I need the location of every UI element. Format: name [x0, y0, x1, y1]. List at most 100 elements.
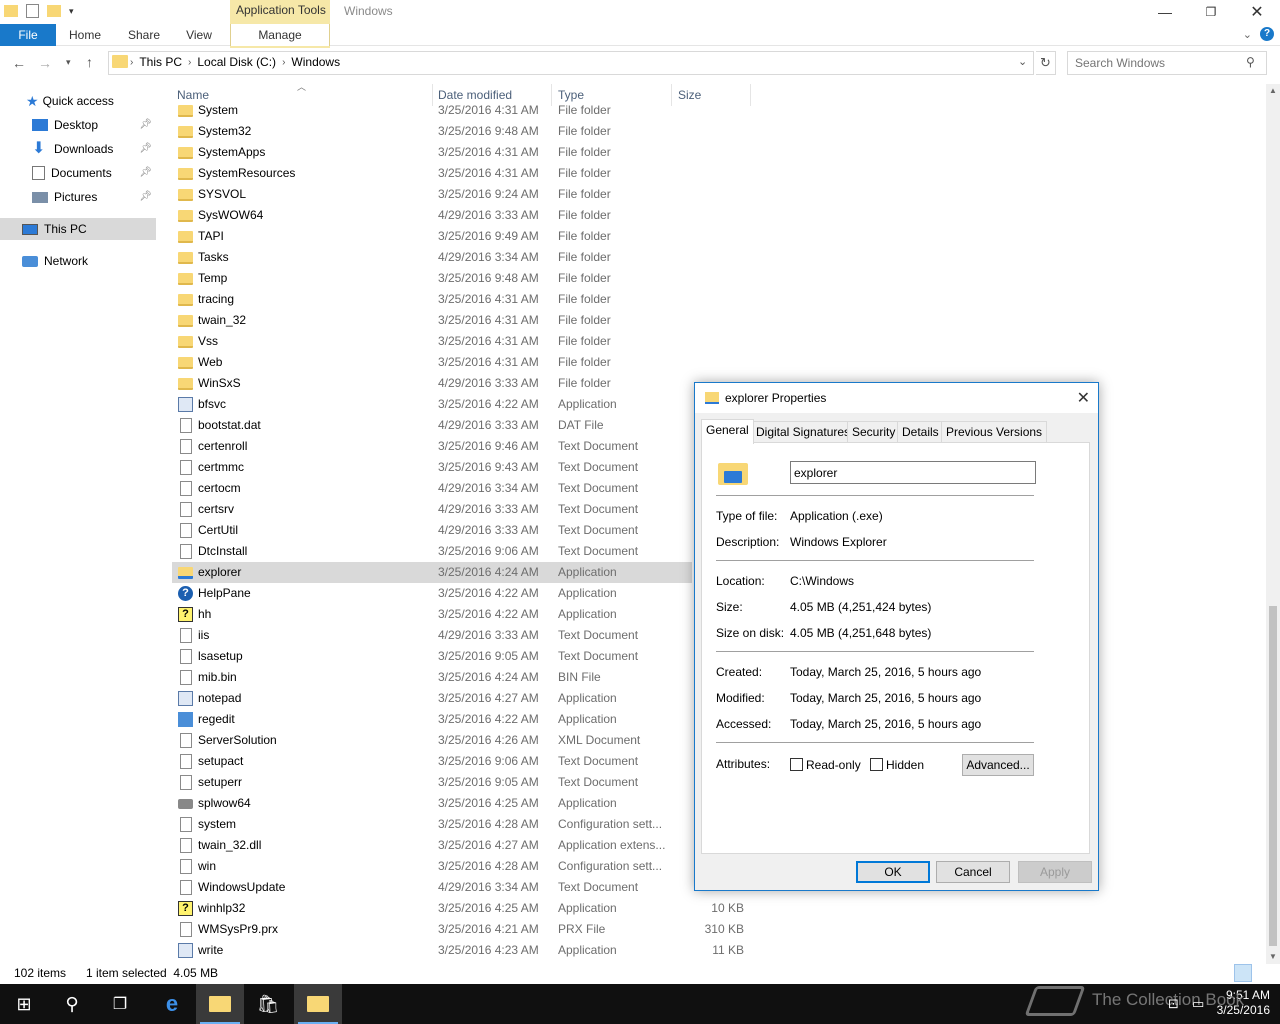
- file-row[interactable]: WinSxS 4/29/2016 3:33 AM File folder: [172, 373, 692, 394]
- tab-home[interactable]: Home: [64, 24, 106, 46]
- back-arrow-icon[interactable]: ←: [12, 55, 26, 71]
- file-explorer-button[interactable]: [196, 984, 244, 1024]
- tab-details[interactable]: Details: [897, 421, 944, 443]
- network-tray-icon[interactable]: ⊡: [1168, 996, 1179, 1012]
- nav-downloads[interactable]: ⬇ Downloads 📌︎: [0, 138, 156, 160]
- chevron-right-icon[interactable]: ›: [188, 57, 191, 68]
- file-row[interactable]: bootstat.dat 4/29/2016 3:33 AM DAT File: [172, 415, 692, 436]
- address-dropdown-icon[interactable]: ⌄: [1018, 55, 1027, 68]
- tab-share[interactable]: Share: [124, 24, 164, 46]
- file-row[interactable]: WindowsUpdate 4/29/2016 3:34 AM Text Docum…: [172, 877, 692, 898]
- file-row[interactable]: setupact 3/25/2016 9:06 AM Text Document: [172, 751, 692, 772]
- tab-file[interactable]: File: [0, 24, 56, 46]
- hidden-checkbox[interactable]: [870, 758, 883, 771]
- nav-quick-access[interactable]: ★ Quick access: [0, 90, 156, 112]
- file-row[interactable]: ServerSolution 3/25/2016 4:26 AM XML Docum…: [172, 730, 692, 751]
- file-row[interactable]: explorer 3/25/2016 4:24 AM Application: [172, 562, 692, 583]
- file-row[interactable]: certenroll 3/25/2016 9:46 AM Text Document: [172, 436, 692, 457]
- chevron-right-icon[interactable]: ›: [282, 57, 285, 68]
- task-view-button[interactable]: ❐: [96, 984, 144, 1024]
- tab-view[interactable]: View: [180, 24, 218, 46]
- breadcrumb-local-disk[interactable]: Local Disk (C:): [197, 55, 276, 69]
- file-row[interactable]: certsrv 4/29/2016 3:33 AM Text Document: [172, 499, 692, 520]
- file-row[interactable]: certmmc 3/25/2016 9:43 AM Text Document: [172, 457, 692, 478]
- file-row[interactable]: splwow64 3/25/2016 4:25 AM Application: [172, 793, 692, 814]
- search-input[interactable]: [1067, 51, 1267, 75]
- file-explorer-window-button[interactable]: [294, 984, 342, 1024]
- file-row[interactable]: Tasks 4/29/2016 3:34 AM File folder: [172, 247, 692, 268]
- tab-previous-versions[interactable]: Previous Versions: [941, 421, 1048, 443]
- file-row[interactable]: TAPI 3/25/2016 9:49 AM File folder: [172, 226, 692, 247]
- expand-ribbon-icon[interactable]: ⌄: [1243, 28, 1252, 41]
- vertical-scrollbar[interactable]: ▲ ▼: [1266, 84, 1280, 964]
- read-only-checkbox[interactable]: [790, 758, 803, 771]
- file-row[interactable]: ? winhlp32 3/25/2016 4:25 AM Application 10 …: [172, 898, 752, 919]
- nav-network[interactable]: Network: [0, 250, 156, 272]
- forward-arrow-icon[interactable]: →: [38, 55, 52, 71]
- file-row[interactable]: iis 4/29/2016 3:33 AM Text Document: [172, 625, 692, 646]
- file-row[interactable]: ? hh 3/25/2016 4:22 AM Application: [172, 604, 692, 625]
- file-row[interactable]: SystemResources 3/25/2016 4:31 AM File fol…: [172, 163, 692, 184]
- nav-this-pc[interactable]: This PC: [0, 218, 156, 240]
- file-row[interactable]: Temp 3/25/2016 9:48 AM File folder: [172, 268, 692, 289]
- apply-button[interactable]: Apply: [1018, 861, 1092, 883]
- file-row[interactable]: DtcInstall 3/25/2016 9:06 AM Text Document: [172, 541, 692, 562]
- ok-button[interactable]: OK: [856, 861, 930, 883]
- file-row[interactable]: lsasetup 3/25/2016 9:05 AM Text Document: [172, 646, 692, 667]
- chevron-right-icon[interactable]: ›: [130, 57, 133, 68]
- details-view-button[interactable]: [1234, 964, 1252, 982]
- file-row[interactable]: SystemApps 3/25/2016 4:31 AM File folder: [172, 142, 692, 163]
- file-row[interactable]: mib.bin 3/25/2016 4:24 AM BIN File: [172, 667, 692, 688]
- tab-general[interactable]: General: [701, 419, 754, 444]
- dialog-close-button[interactable]: ✕: [1077, 388, 1090, 408]
- close-button[interactable]: ✕: [1234, 0, 1280, 24]
- customize-toolbar-icon[interactable]: ▾: [69, 6, 74, 17]
- search-button[interactable]: ⚲: [48, 984, 96, 1024]
- file-row[interactable]: certocm 4/29/2016 3:34 AM Text Document: [172, 478, 692, 499]
- file-row[interactable]: setuperr 3/25/2016 9:05 AM Text Document: [172, 772, 692, 793]
- nav-documents[interactable]: Documents 📌︎: [0, 162, 156, 184]
- up-arrow-icon[interactable]: ↑: [86, 54, 93, 70]
- refresh-button[interactable]: ↻: [1036, 51, 1056, 75]
- file-row[interactable]: write 3/25/2016 4:23 AM Application 11 KB: [172, 940, 752, 961]
- file-row[interactable]: System 3/25/2016 4:31 AM File folder: [172, 100, 692, 121]
- file-row[interactable]: CertUtil 4/29/2016 3:33 AM Text Document: [172, 520, 692, 541]
- breadcrumb-this-pc[interactable]: This PC: [139, 55, 182, 69]
- file-row[interactable]: SysWOW64 4/29/2016 3:33 AM File folder: [172, 205, 692, 226]
- tab-security[interactable]: Security: [847, 421, 901, 443]
- file-row[interactable]: notepad 3/25/2016 4:27 AM Application: [172, 688, 692, 709]
- store-button[interactable]: 🛍︎: [244, 984, 292, 1024]
- scroll-thumb[interactable]: [1269, 606, 1277, 946]
- file-row[interactable]: win 3/25/2016 4:28 AM Configuration sett..…: [172, 856, 692, 877]
- restore-button[interactable]: ❐: [1188, 0, 1234, 24]
- scroll-up-icon[interactable]: ▲: [1266, 84, 1280, 98]
- file-row[interactable]: system 3/25/2016 4:28 AM Configuration set…: [172, 814, 692, 835]
- file-name-field[interactable]: [790, 461, 1036, 484]
- file-row[interactable]: WMSysPr9.prx 3/25/2016 4:21 AM PRX File 310…: [172, 919, 752, 940]
- help-icon[interactable]: ?: [1260, 27, 1274, 41]
- notifications-icon[interactable]: ▭: [1192, 996, 1204, 1012]
- file-row[interactable]: twain_32 3/25/2016 4:31 AM File folder: [172, 310, 692, 331]
- file-row[interactable]: SYSVOL 3/25/2016 9:24 AM File folder: [172, 184, 692, 205]
- recent-locations-icon[interactable]: ▾: [66, 57, 71, 68]
- tab-manage[interactable]: Manage: [230, 24, 330, 46]
- start-button[interactable]: ⊞: [0, 984, 48, 1024]
- folder-icon[interactable]: [4, 5, 18, 17]
- cancel-button[interactable]: Cancel: [936, 861, 1010, 883]
- nav-pictures[interactable]: Pictures 📌︎: [0, 186, 156, 208]
- edge-button[interactable]: e: [148, 984, 196, 1024]
- breadcrumb-windows[interactable]: Windows: [291, 55, 340, 69]
- properties-icon[interactable]: [26, 4, 39, 18]
- file-row[interactable]: regedit 3/25/2016 4:22 AM Application: [172, 709, 692, 730]
- minimize-button[interactable]: —: [1142, 0, 1188, 24]
- new-folder-icon[interactable]: [47, 5, 61, 17]
- file-row[interactable]: twain_32.dll 3/25/2016 4:27 AM Application…: [172, 835, 692, 856]
- file-row[interactable]: Vss 3/25/2016 4:31 AM File folder: [172, 331, 692, 352]
- file-row[interactable]: System32 3/25/2016 9:48 AM File folder: [172, 121, 692, 142]
- tab-digital-signatures[interactable]: Digital Signatures: [751, 421, 856, 443]
- file-row[interactable]: bfsvc 3/25/2016 4:22 AM Application: [172, 394, 692, 415]
- large-icons-view-button[interactable]: [1256, 964, 1274, 982]
- nav-desktop[interactable]: Desktop 📌︎: [0, 114, 156, 136]
- column-divider[interactable]: [750, 84, 751, 106]
- file-row[interactable]: Web 3/25/2016 4:31 AM File folder: [172, 352, 692, 373]
